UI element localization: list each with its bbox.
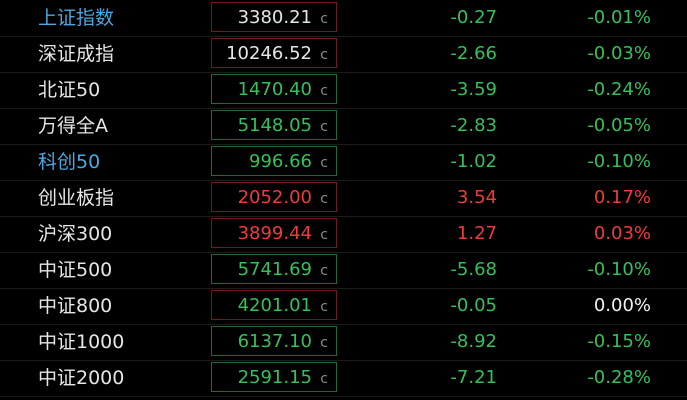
change-value: -3.59 <box>450 79 497 100</box>
table-row[interactable]: 北证50 1470.40 c -3.59 -0.24% <box>0 72 687 109</box>
c-icon: c <box>320 119 328 135</box>
change-percent: -0.10% <box>587 151 651 172</box>
price-box: 10246.52 c <box>211 38 337 68</box>
index-name: 中证800 <box>38 295 113 317</box>
c-icon: c <box>320 263 328 279</box>
index-name: 万得全A <box>38 115 108 137</box>
change-value: -0.05 <box>450 295 497 316</box>
price-box: 6137.10 c <box>211 326 337 356</box>
price-box: 3380.21 c <box>211 2 337 32</box>
change-percent: -0.15% <box>587 331 651 352</box>
c-icon: c <box>320 191 328 207</box>
change-value: -8.92 <box>450 331 497 352</box>
change-value: -5.68 <box>450 259 497 280</box>
change-value: 1.27 <box>456 223 497 244</box>
table-row[interactable]: 中证1000 6137.10 c -8.92 -0.15% <box>0 324 687 361</box>
change-percent: 0.00% <box>593 295 651 316</box>
table-row[interactable]: 深证成指 10246.52 c -2.66 -0.03% <box>0 36 687 73</box>
c-icon: c <box>320 227 328 243</box>
index-price: 10246.52 <box>226 43 312 64</box>
index-price: 2591.15 <box>237 367 312 388</box>
index-price: 996.66 <box>249 151 312 172</box>
c-icon: c <box>320 299 328 315</box>
index-name: 中证1000 <box>38 331 125 353</box>
index-name: 中证2000 <box>38 367 125 389</box>
index-name: 中证500 <box>38 259 113 281</box>
price-box: 4201.01 c <box>211 290 337 320</box>
change-percent: 0.03% <box>593 223 651 244</box>
table-row[interactable]: 创业板指 2052.00 c 3.54 0.17% <box>0 180 687 217</box>
change-value: -2.66 <box>450 43 497 64</box>
index-name: 沪深300 <box>38 223 113 245</box>
table-row[interactable]: 上证指数 3380.21 c -0.27 -0.01% <box>0 0 687 37</box>
index-price: 3899.44 <box>237 223 312 244</box>
table-row[interactable]: 中证800 4201.01 c -0.05 0.00% <box>0 288 687 325</box>
change-percent: -0.01% <box>587 7 651 28</box>
index-price: 2052.00 <box>237 187 312 208</box>
index-name: 创业板指 <box>38 187 115 209</box>
c-icon: c <box>320 83 328 99</box>
c-icon: c <box>320 47 328 63</box>
change-value: -0.27 <box>450 7 497 28</box>
change-percent: -0.24% <box>587 79 651 100</box>
table-row[interactable]: 万得全A 5148.05 c -2.83 -0.05% <box>0 108 687 145</box>
price-box: 5148.05 c <box>211 110 337 140</box>
change-percent: -0.05% <box>587 115 651 136</box>
change-value: -1.02 <box>450 151 497 172</box>
price-box: 1470.40 c <box>211 74 337 104</box>
c-icon: c <box>320 155 328 171</box>
table-row[interactable]: 科创50 996.66 c -1.02 -0.10% <box>0 144 687 181</box>
index-price: 5741.69 <box>237 259 312 280</box>
price-box: 2052.00 c <box>211 182 337 212</box>
index-price: 6137.10 <box>237 331 312 352</box>
price-box: 5741.69 c <box>211 254 337 284</box>
change-percent: -0.03% <box>587 43 651 64</box>
change-percent: -0.10% <box>587 259 651 280</box>
change-percent: -0.28% <box>587 367 651 388</box>
price-box: 2591.15 c <box>211 362 337 392</box>
price-box: 3899.44 c <box>211 218 337 248</box>
index-price: 4201.01 <box>237 295 312 316</box>
index-price: 1470.40 <box>237 79 312 100</box>
change-value: -2.83 <box>450 115 497 136</box>
c-icon: c <box>320 11 328 27</box>
price-box: 996.66 c <box>211 146 337 176</box>
table-row[interactable]: 中证500 5741.69 c -5.68 -0.10% <box>0 252 687 289</box>
index-price: 5148.05 <box>237 115 312 136</box>
index-price: 3380.21 <box>237 7 312 28</box>
index-name: 北证50 <box>38 79 101 101</box>
table-row[interactable]: 沪深300 3899.44 c 1.27 0.03% <box>0 216 687 253</box>
index-name[interactable]: 科创50 <box>38 144 100 180</box>
c-icon: c <box>320 371 328 387</box>
index-quote-table: 上证指数 3380.21 c -0.27 -0.01% 深证成指 10246.5… <box>0 0 687 400</box>
table-row[interactable]: 中证2000 2591.15 c -7.21 -0.28% <box>0 360 687 397</box>
change-value: 3.54 <box>456 187 497 208</box>
c-icon: c <box>320 335 328 351</box>
index-name[interactable]: 上证指数 <box>38 0 114 36</box>
change-percent: 0.17% <box>593 187 651 208</box>
change-value: -7.21 <box>450 367 497 388</box>
index-name: 深证成指 <box>38 43 115 65</box>
